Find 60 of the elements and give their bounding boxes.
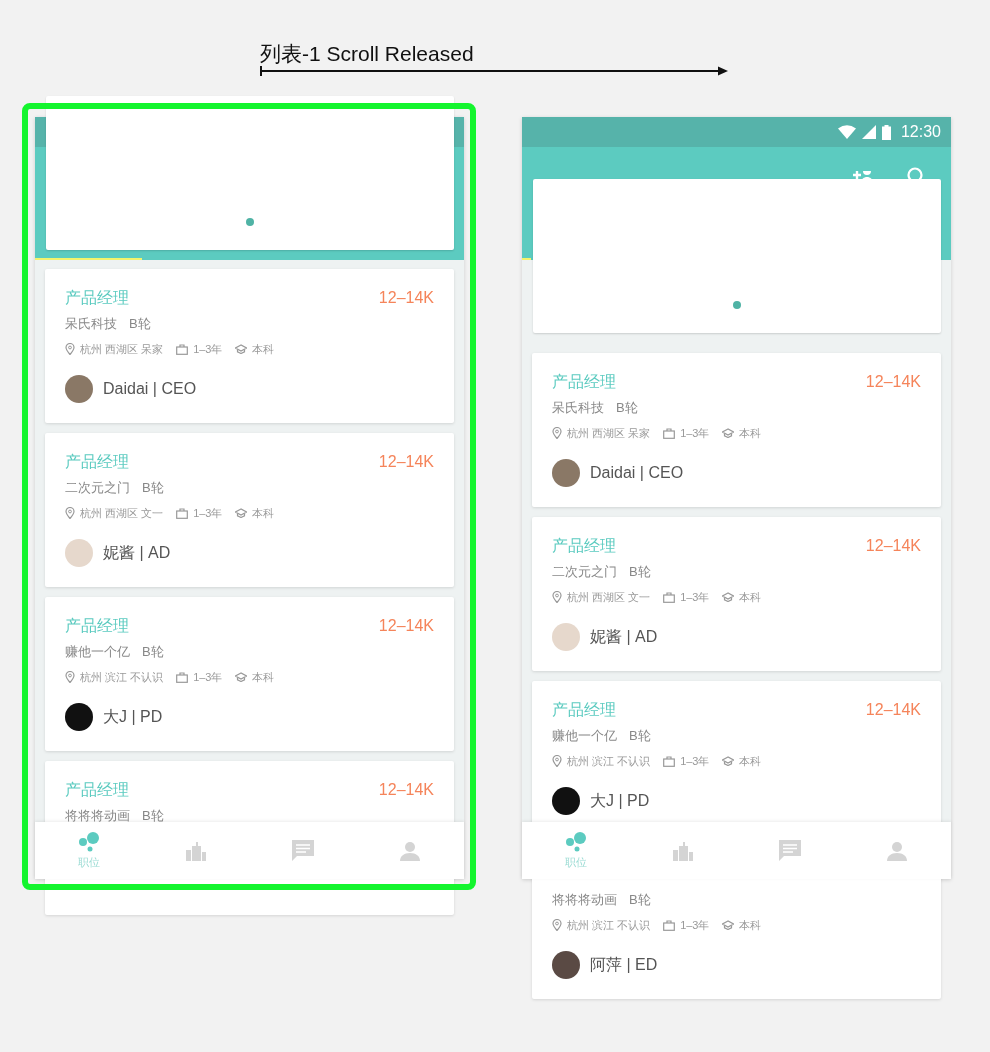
salary: 12–14K (378, 617, 434, 635)
salary: 12–14K (865, 701, 921, 719)
job-title: 产品经理 (65, 615, 129, 636)
job-title: 产品经理 (65, 451, 129, 472)
company-name: 将将将动画 (65, 807, 130, 825)
status-time: 12:30 (900, 123, 941, 141)
recruiter-name: 妮酱 | AD (590, 626, 658, 647)
company-name: 赚他一个亿 (552, 727, 617, 745)
funding-stage: B轮 (142, 479, 164, 497)
funding-stage: B轮 (142, 643, 164, 661)
education-text: 本科 (739, 753, 762, 769)
location-text: 杭州 滨江 不认识 (80, 669, 164, 685)
company-name: 二次元之门 (65, 479, 130, 497)
company-name: 呆氏科技 (65, 315, 117, 333)
location-text: 杭州 西湖区 呆家 (567, 425, 651, 441)
funding-stage: B轮 (629, 891, 651, 909)
location-text: 杭州 滨江 不认识 (567, 917, 651, 933)
recruiter-name: 大J | PD (103, 706, 163, 727)
education-text: 本科 (739, 425, 762, 441)
salary: 12–14K (378, 453, 434, 471)
experience-text: 1–3年 (680, 589, 710, 605)
funding-stage: B轮 (629, 727, 651, 745)
experience-text: 1–3年 (193, 669, 223, 685)
recruiter-name: 大J | PD (590, 790, 650, 811)
education-text: 本科 (739, 917, 762, 933)
location-text: 杭州 西湖区 呆家 (80, 341, 164, 357)
location-text: 杭州 西湖区 文一 (80, 505, 164, 521)
job-title: 产品经理 (552, 535, 616, 556)
recruiter-name: 妮酱 | AD (103, 542, 171, 563)
funding-stage: B轮 (142, 807, 164, 825)
company-name: 将将将动画 (552, 891, 617, 909)
salary: 12–14K (378, 781, 434, 799)
experience-text: 1–3年 (680, 425, 710, 441)
job-title: 产品经理 (552, 699, 616, 720)
experience-text: 1–3年 (680, 753, 710, 769)
experience-text: 1–3年 (193, 505, 223, 521)
salary: 12–14K (378, 289, 434, 307)
location-text: 杭州 滨江 不认识 (567, 753, 651, 769)
transition-title: 列表-1 Scroll Released (260, 41, 475, 67)
company-name: 呆氏科技 (552, 399, 604, 417)
company-name: 二次元之门 (552, 563, 617, 581)
funding-stage: B轮 (129, 315, 151, 333)
education-text: 本科 (739, 589, 762, 605)
recruiter-name: Daidai | CEO (590, 464, 684, 482)
job-title: 产品经理 (65, 287, 129, 308)
recruiter-name: 阿萍 | ED (590, 954, 658, 975)
company-name: 赚他一个亿 (65, 643, 130, 661)
funding-stage: B轮 (629, 563, 651, 581)
salary: 12–14K (865, 373, 921, 391)
funding-stage: B轮 (616, 399, 638, 417)
recruiter-name: Daidai | CEO (103, 380, 197, 398)
experience-text: 1–3年 (193, 341, 223, 357)
education-text: 本科 (252, 505, 275, 521)
salary: 12–14K (865, 537, 921, 555)
education-text: 本科 (252, 669, 275, 685)
job-title: 产品经理 (65, 779, 129, 800)
location-text: 杭州 西湖区 文一 (567, 589, 651, 605)
job-title: 产品经理 (552, 371, 616, 392)
experience-text: 1–3年 (680, 917, 710, 933)
education-text: 本科 (252, 341, 275, 357)
